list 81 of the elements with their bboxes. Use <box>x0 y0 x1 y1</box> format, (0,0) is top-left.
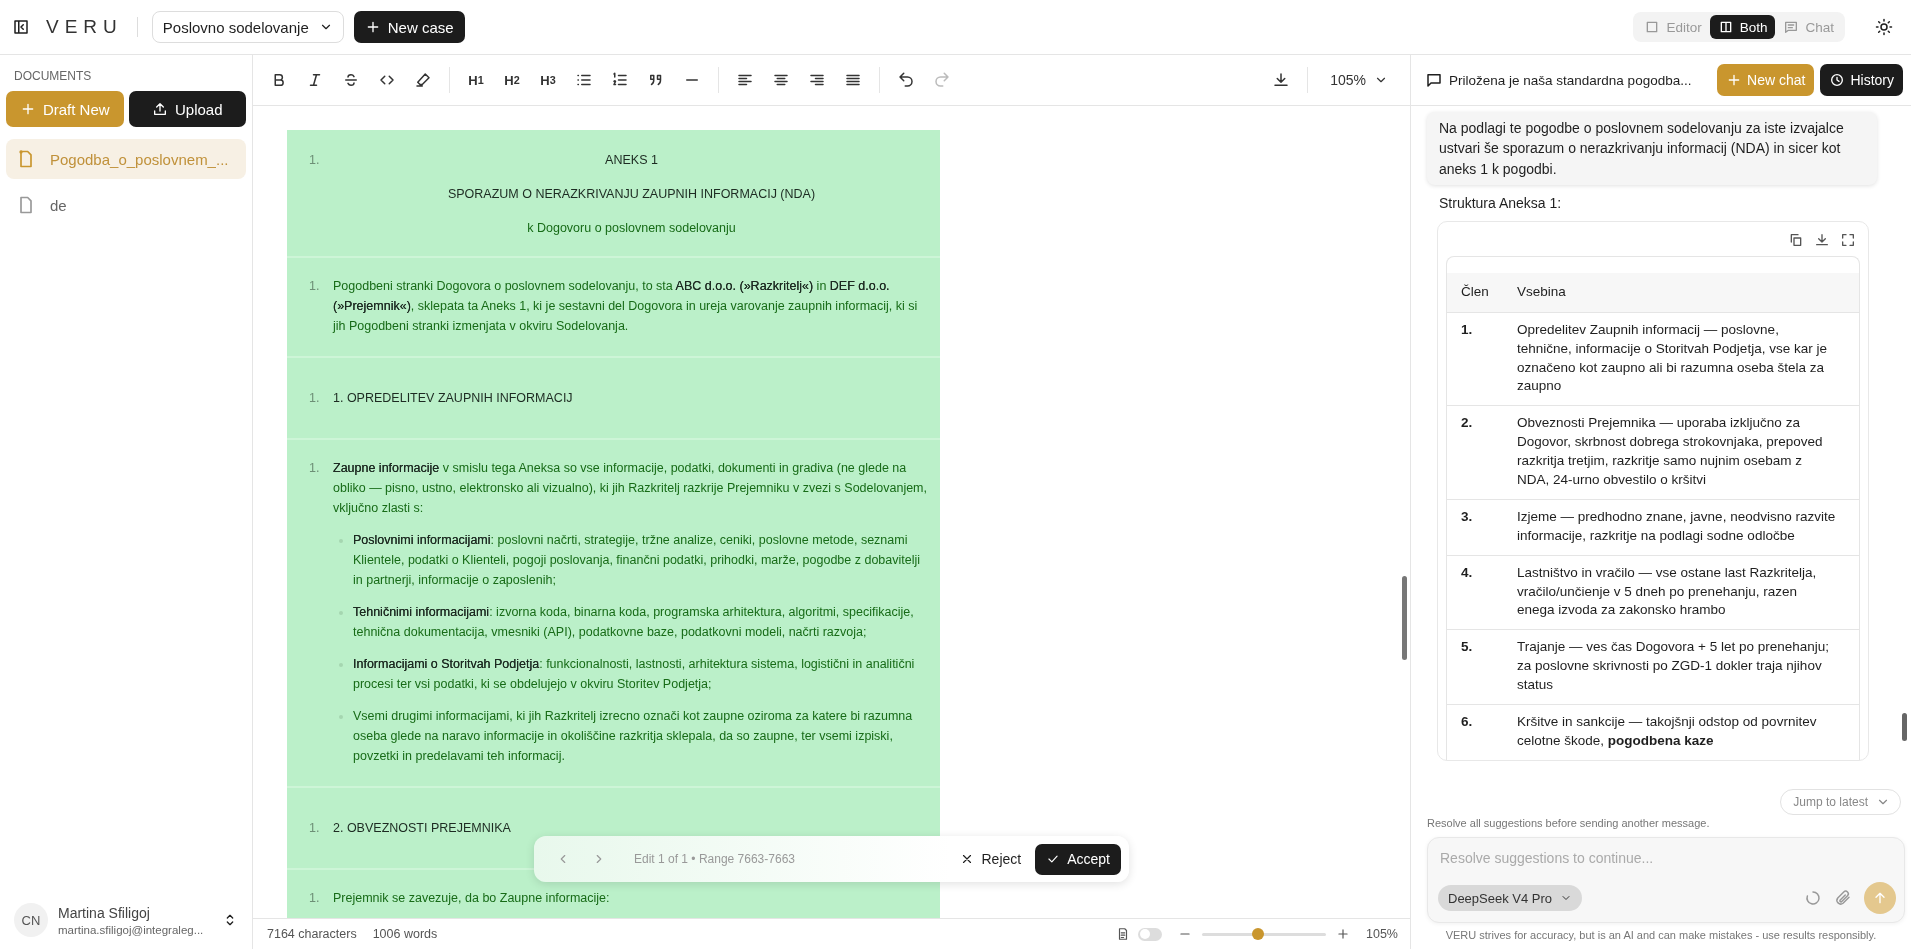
message-composer[interactable]: Resolve suggestions to continue... DeepSeek V4 Pro <box>1427 837 1905 923</box>
history-button[interactable]: History <box>1820 64 1903 96</box>
user-name: Martina Sfiligoj <box>58 904 151 921</box>
column-header: Člen <box>1461 282 1490 301</box>
plus-icon[interactable] <box>1336 927 1350 941</box>
eraser-icon[interactable] <box>414 71 432 89</box>
paragraph: Tehničnimi informacijami: izvorna koda, binarna koda, programska arhitektura, algoritmi, specifikacije, tehnična dokumentacija, vmesniki (API), podatkovne baze, podatkovni modeli, načrti razvoja; <box>353 604 915 641</box>
model-dropdown[interactable]: DeepSeek V4 Pro <box>1438 885 1583 911</box>
app-logo: VERU <box>46 16 123 38</box>
upload-icon <box>151 101 168 117</box>
list-number: 1. <box>309 820 321 837</box>
message-icon <box>1425 71 1443 89</box>
table-cell-text: Lastništvo in vračilo — vse ostane last Razkritelja, vračilo/unčienje v 5 dneh po prenehanju, razen enega izvoda za zakonsko hrambo <box>1517 563 1818 620</box>
table-cell-text: 2. <box>1461 414 1474 433</box>
paperclip-icon[interactable] <box>1834 889 1852 907</box>
arrow-up-icon <box>1872 890 1888 906</box>
paragraph: Poslovnimi informacijami: poslovni načrti, strategije, tržne analize, ceniki, poslovne metode, seznami Klientele, podatki o Klienteli, pogoji poslovanja, finančni podatki, prihodki, marže, pogodbe z dobavitelji in partnerji, informacije o zaposlenih; <box>353 532 922 589</box>
reply-heading: Struktura Aneksa 1: <box>1439 194 1563 211</box>
user-avatar: CN <box>14 903 48 937</box>
section-heading: DOCUMENTS <box>13 69 93 83</box>
paragraph: Informacijami o Storitvah Podjetja: funkcionalnosti, lastnosti, arhitektura sistema, logistični in analitični procesi ter vsi podatki, ki se obdelujejo v okviru Storitev Podjetja; <box>353 656 916 693</box>
paragraph: Vsemi drugimi informacijami, ki jih Razkritelj izrecno označi kot zaupne oziroma za katere bi razumna oseba glede na naravo informacije in okoliščine razkritja sklepala, da so zaupne, ter vsemi izpiski, povzetki in predelavami teh informacij. <box>353 708 914 765</box>
download-icon[interactable] <box>1272 71 1291 89</box>
copy-icon[interactable] <box>1788 231 1804 248</box>
user-email: martina.sfiligoj@integraleg... <box>58 923 205 936</box>
list-number: 1. <box>309 278 321 295</box>
reject-button[interactable]: Reject <box>959 851 1022 867</box>
scrollbar-thumb[interactable] <box>1402 576 1407 660</box>
paragraph: Zaupne informacije v smislu tega Aneksa so vse informacije, podatki, dokumenti in gradiva (ne glede na obliko — pisno, ustno, elektronsko ali vizualno), ki jih Razkritelj razkrije Prejemniku v zvezi s Sodelovanjem, vključno zlasti s: <box>333 460 928 517</box>
table-cell-text: Izjeme — predhodno znane, javne, neodvisno razvite informacije, razkritje na podlagi sodne odločbe <box>1517 507 1837 545</box>
zoom-dropdown[interactable]: 105% <box>1318 72 1400 88</box>
list-number: 1. <box>309 890 321 907</box>
table-cell-text: 4. <box>1461 563 1474 582</box>
document-icon <box>1116 927 1130 941</box>
title-line: ANEKS 1 <box>604 152 659 169</box>
paragraph: Pogodbeni stranki Dogovora o poslovnem sodelovanju, to sta ABC d.o.o. (»Razkritelj«) in DEF d.o.o. (»Prejemnik«), sklepata ta Aneks 1, ki je sestavni del Dogovora in ureja varovanje zaupnih informacij, ki si jih Pogodbeni stranki izmenjata v okviru Sodelovanja. <box>333 278 919 335</box>
case-dropdown[interactable]: Poslovno sodelovanje <box>151 11 344 43</box>
loading-spinner-icon <box>1804 889 1822 907</box>
list-number: 1. <box>309 460 321 477</box>
zoom-value: 105% <box>1366 927 1398 941</box>
table-cell-text: 5. <box>1461 638 1474 657</box>
upload-button[interactable]: Upload <box>128 91 246 127</box>
character-count: 7164 characters <box>267 927 357 941</box>
accept-button[interactable]: Accept <box>1035 843 1121 875</box>
edit-info: Edit 1 of 1 • Range 7663-7663 <box>634 852 795 866</box>
paragraph: Prejemnik se zavezuje, da bo Zaupne informacije: <box>333 890 611 907</box>
message-input[interactable]: Resolve suggestions to continue... <box>1438 846 1896 882</box>
scrollbar-thumb[interactable] <box>1902 713 1907 741</box>
jump-to-latest-button[interactable]: Jump to latest <box>1780 789 1901 815</box>
table-cell-text: Obveznosti Prejemnika — uporaba izključno za Dogovor, skrbnost dobrega strokovnjaka, prepoved razkritja tretjim, razkritje samo nujnim osebam z NDA, 24-urno obvestilo o kršitvi <box>1517 414 1824 489</box>
new-case-button[interactable]: New case <box>353 11 465 43</box>
table-cell-text: 1. <box>1461 320 1474 339</box>
view-mode-tab[interactable]: Both <box>1709 15 1776 39</box>
disclaimer-text: VERU strives for accuracy, but is an AI and can make mistakes - use results responsibly. <box>1444 929 1878 941</box>
toggle-switch[interactable] <box>1138 927 1162 941</box>
title-line: SPORAZUM O NERAZKRIVANJU ZAUPNIH INFORMACIJ (NDA) <box>446 186 817 203</box>
user-message: Na podlagi te pogodbe o poslovnem sodelovanju za iste izvajalce ustvari še sporazum o nerazkrivanju informacij (NDA) in sicer kot aneks 1 k pogodbi. <box>1427 112 1877 185</box>
table-cell-text: Opredelitev Zaupnih informacij — poslovne, tehnične, informacije o Storitvah Podjetja, vse kar je označeno kot zaupno ali bi razumna oseba štela za zaupno <box>1517 320 1828 396</box>
word-count: 1006 words <box>372 927 438 941</box>
section-heading: 1. OPREDELITEV ZAUPNIH INFORMACIJ <box>333 390 574 407</box>
table-cell-text: Kršitve in sankcije — takojšnji odstop od povrnitev celotne škode, pogodbena kaze <box>1517 713 1818 750</box>
table-cell-text: 6. <box>1461 713 1474 732</box>
notice-text: Resolve all suggestions before sending another message. <box>1427 817 1711 829</box>
list-number: 1. <box>309 152 321 169</box>
download-icon[interactable] <box>1814 231 1830 248</box>
table-cell-text: 3. <box>1461 507 1474 526</box>
title-line: k Dogovoru o poslovnem sodelovanju <box>526 220 737 237</box>
sidebar-toggle-icon[interactable] <box>12 18 30 36</box>
chat-title: Priložena je naša standardna pogodba... <box>1449 72 1693 88</box>
fullscreen-icon[interactable] <box>1840 231 1856 248</box>
strikethrough-icon[interactable] <box>342 71 360 89</box>
document-item[interactable]: de <box>6 185 246 225</box>
history-icon <box>1829 72 1846 88</box>
sun-icon[interactable] <box>1875 18 1893 36</box>
table-cell-text: Trajanje — ves čas Dogovora + 5 let po prenehanju; za poslovne skrivnosti po ZGD-1 dokler traja njihov status <box>1517 638 1831 695</box>
message-icon <box>1783 19 1800 35</box>
column-header: Vsebina <box>1517 282 1567 301</box>
slider-thumb[interactable] <box>1251 928 1264 940</box>
section-heading: 2. OBVEZNOSTI PREJEMNIKA <box>333 820 512 837</box>
undo-icon[interactable] <box>897 71 915 89</box>
list-number: 1. <box>309 390 321 407</box>
